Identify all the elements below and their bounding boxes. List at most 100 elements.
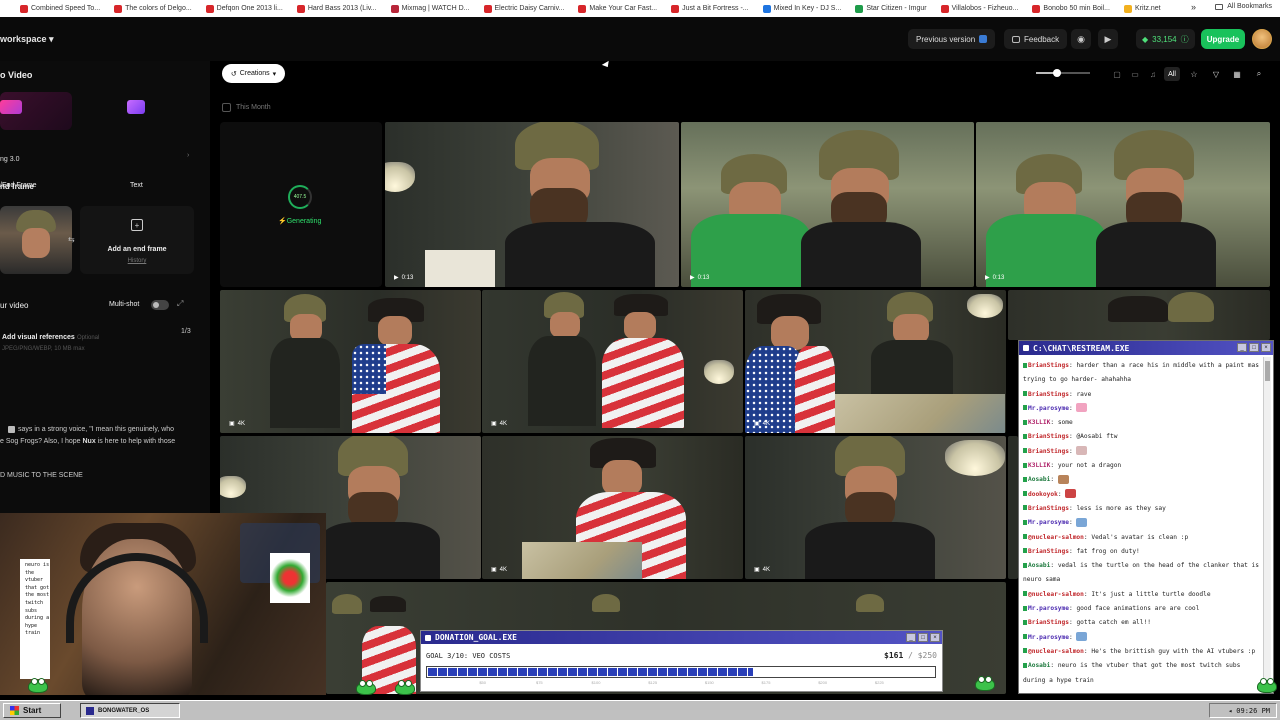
- video-tile[interactable]: ▣ 4K: [482, 290, 743, 433]
- chat-message: @nuclear-salmon: Vedal's avatar is clean…: [1023, 531, 1259, 545]
- start-frame-thumbnail[interactable]: [0, 206, 72, 274]
- creations-dropdown[interactable]: ↺ Creations ▾: [222, 64, 285, 83]
- previous-version-button[interactable]: Previous version: [908, 29, 996, 49]
- select-all-checkbox[interactable]: [222, 103, 231, 112]
- expand-icon[interactable]: ⤢: [177, 299, 183, 309]
- chat-username[interactable]: Aosabi: [1028, 662, 1050, 669]
- video-tile[interactable]: ▶ 0:13: [976, 122, 1270, 287]
- close-icon[interactable]: ×: [1261, 343, 1271, 352]
- chat-username[interactable]: BrianStings: [1028, 619, 1069, 626]
- bookmark-item[interactable]: Defqon One 2013 li...: [205, 4, 283, 13]
- bookmark-item[interactable]: Combined Speed To...: [20, 4, 100, 13]
- all-bookmarks-button[interactable]: All Bookmarks: [1215, 3, 1272, 10]
- discord-icon[interactable]: ◉: [1071, 29, 1091, 49]
- bookmark-item[interactable]: Just a Bit Fortress -...: [671, 4, 749, 13]
- chat-username[interactable]: dookoyok: [1028, 491, 1058, 498]
- prompt-text[interactable]: says in a strong voice, "I mean this gen…: [0, 424, 196, 448]
- minimize-icon[interactable]: _: [906, 633, 916, 642]
- video-tile[interactable]: [1008, 290, 1270, 340]
- chat-username[interactable]: @nuclear-salmon: [1028, 534, 1084, 541]
- chat-message: @nuclear-salmon: It's just a little turt…: [1023, 588, 1259, 602]
- end-frame-section-title: nd frame: [0, 182, 34, 191]
- history-link[interactable]: History: [80, 258, 194, 264]
- chat-username[interactable]: Mr.parosyme: [1028, 405, 1069, 412]
- minimize-icon[interactable]: _: [1237, 343, 1247, 352]
- audio-filter-icon[interactable]: ♫: [1146, 67, 1160, 81]
- zoom-handle[interactable]: [1052, 69, 1061, 77]
- chat-username[interactable]: K3LLIK: [1028, 462, 1050, 469]
- chat-username[interactable]: BrianStings: [1028, 391, 1069, 398]
- close-icon[interactable]: ×: [930, 633, 940, 642]
- bookmark-item[interactable]: Hard Bass 2013 (Liv...: [296, 4, 377, 13]
- credits-badge[interactable]: ◆ 33,154 ⓘ: [1136, 29, 1195, 49]
- emote-icon: [1057, 474, 1069, 484]
- chat-username[interactable]: @nuclear-salmon: [1028, 648, 1084, 655]
- multishot-toggle[interactable]: [151, 300, 169, 310]
- chat-username[interactable]: BrianStings: [1028, 433, 1069, 440]
- chat-username[interactable]: BrianStings: [1028, 505, 1069, 512]
- filter-icon[interactable]: ▽: [1209, 67, 1223, 81]
- chat-username[interactable]: @nuclear-salmon: [1028, 591, 1084, 598]
- bookmark-item[interactable]: Bonobo 50 min Boil...: [1032, 4, 1110, 13]
- this-month-filter[interactable]: This Month: [222, 103, 271, 112]
- chat-username[interactable]: Mr.parosyme: [1028, 519, 1069, 526]
- scrollbar-thumb[interactable]: [1265, 361, 1270, 381]
- video-filter-icon[interactable]: ▭: [1128, 67, 1142, 81]
- chat-username[interactable]: BrianStings: [1028, 448, 1069, 455]
- video-tile[interactable]: [1008, 436, 1018, 579]
- bookmark-item[interactable]: Kritz.net: [1123, 4, 1161, 13]
- tile-resolution: ▣ 4K: [491, 420, 508, 428]
- bookmark-item[interactable]: Electric Daisy Carniv...: [483, 4, 564, 13]
- chat-username[interactable]: Aosabi: [1028, 476, 1050, 483]
- search-icon[interactable]: ⌕: [1252, 67, 1266, 81]
- chat-username[interactable]: K3LLIK: [1028, 419, 1050, 426]
- chat-username[interactable]: BrianStings: [1028, 548, 1069, 555]
- chat-text: neuro is the vtuber that got the most tw…: [1057, 662, 1241, 670]
- tab-start-end-frame[interactable]: [0, 92, 72, 130]
- chat-text: neuro sama: [1023, 576, 1061, 584]
- upgrade-button[interactable]: Upgrade: [1201, 29, 1245, 49]
- add-end-frame-dropzone[interactable]: + Add an end frame History: [80, 206, 194, 274]
- tab-text-label[interactable]: Text: [130, 182, 143, 189]
- bookmark-item[interactable]: Mixed In Key - DJ S...: [762, 4, 841, 13]
- bookmark-item[interactable]: Star Citizen - Imgur: [855, 4, 927, 13]
- add-visual-references-label[interactable]: Add visual references: [2, 334, 75, 341]
- star-icon[interactable]: ☆: [1187, 67, 1201, 81]
- chat-scrollbar[interactable]: [1263, 357, 1271, 693]
- text-mode-icon[interactable]: [127, 100, 145, 114]
- taskbar-item[interactable]: BONGWATER_OS: [80, 703, 180, 718]
- bookmarks-overflow-button[interactable]: »: [1191, 2, 1196, 12]
- video-tile[interactable]: ▣ 4K: [745, 290, 1006, 433]
- video-tile[interactable]: ▣ 4K: [745, 436, 1006, 579]
- maximize-icon[interactable]: □: [1249, 343, 1259, 352]
- bookmark-item[interactable]: Villalobos - Fizheuo...: [940, 4, 1018, 13]
- video-tile[interactable]: ▶ 0:13: [385, 122, 679, 287]
- frog-icon: [395, 680, 415, 695]
- chat-username[interactable]: BrianStings: [1028, 362, 1069, 369]
- bookmark-item[interactable]: Make Your Car Fast...: [578, 4, 657, 13]
- video-tile[interactable]: ▣ 4K: [482, 436, 743, 579]
- swap-icon[interactable]: ⇆: [68, 235, 75, 244]
- workspace-selector[interactable]: workspace ▾: [0, 34, 54, 45]
- start-button[interactable]: Start: [3, 703, 61, 718]
- chat-message: Aosabi: vedal is the turtle on the head …: [1023, 559, 1259, 573]
- video-tile[interactable]: ▣ 4K: [220, 290, 481, 433]
- speaker-icon[interactable]: ◂: [1228, 707, 1232, 715]
- chat-username[interactable]: Mr.parosyme: [1028, 634, 1069, 641]
- chat-username[interactable]: Aosabi: [1028, 562, 1050, 569]
- zoom-slider[interactable]: [1036, 69, 1090, 77]
- bookmark-item[interactable]: The colors of Delgo...: [114, 4, 192, 13]
- filter-all-button[interactable]: All: [1164, 67, 1180, 81]
- platform-icon: [1023, 562, 1027, 568]
- maximize-icon[interactable]: □: [918, 633, 928, 642]
- grid-view-icon[interactable]: ▦: [1230, 67, 1244, 81]
- video-tile[interactable]: ▶ 0:13: [681, 122, 974, 287]
- bookmark-item[interactable]: Mixmag | WATCH D...: [390, 4, 470, 13]
- youtube-icon[interactable]: ▶: [1098, 29, 1118, 49]
- chat-username[interactable]: Mr.parosyme: [1028, 605, 1069, 612]
- model-selector[interactable]: ng 3.0: [0, 156, 19, 163]
- feedback-button[interactable]: Feedback: [1004, 29, 1068, 49]
- user-avatar[interactable]: [1252, 29, 1272, 49]
- image-filter-icon[interactable]: ▢: [1110, 67, 1124, 81]
- chat-text: trying to go harder- ahahahha: [1023, 376, 1132, 384]
